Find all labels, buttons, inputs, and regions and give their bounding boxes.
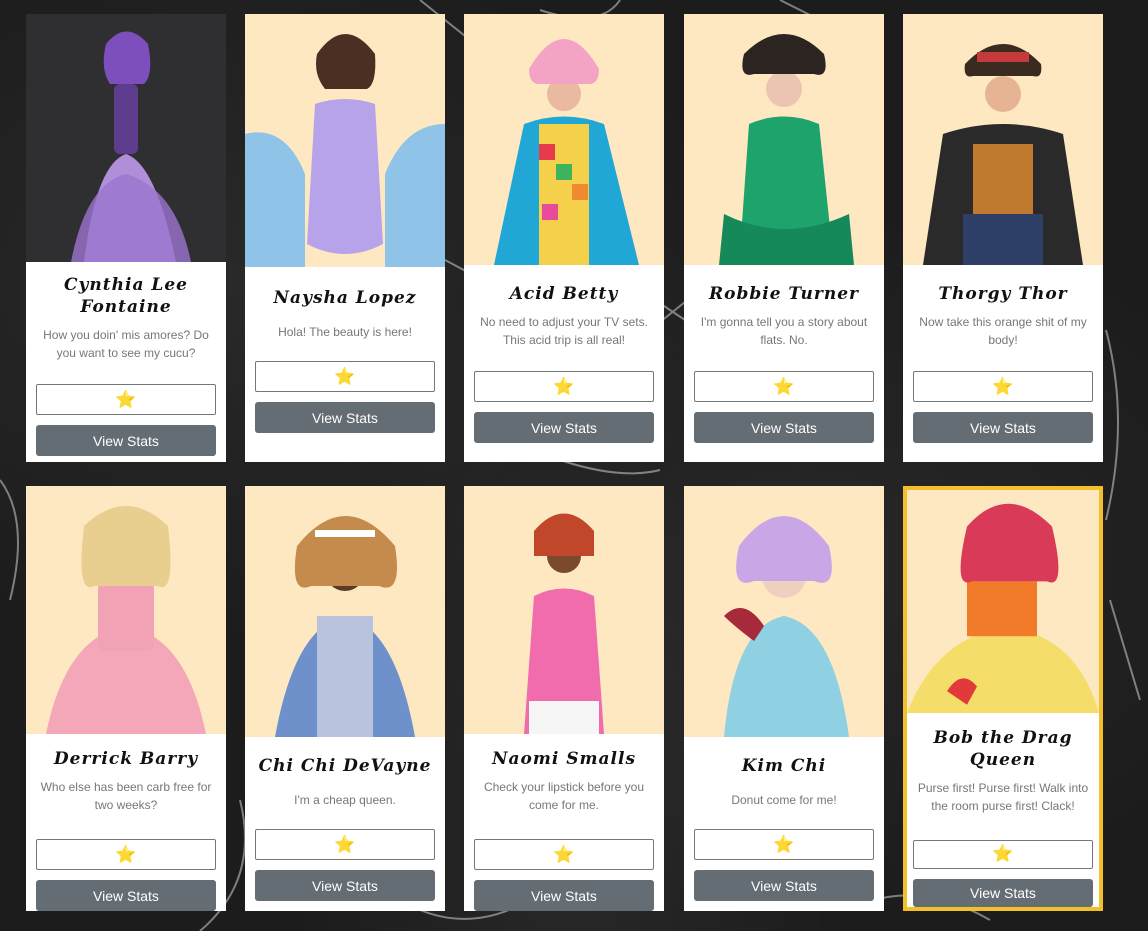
star-rating[interactable]: ⭐ bbox=[474, 371, 654, 402]
queen-name: Derrick Barry bbox=[53, 749, 199, 769]
queen-quote: Now take this orange shit of my body! bbox=[919, 315, 1087, 347]
star-rating[interactable]: ⭐ bbox=[255, 361, 435, 392]
star-rating[interactable]: ⭐ bbox=[36, 839, 216, 870]
star-rating[interactable]: ⭐ bbox=[694, 371, 874, 402]
queen-card: Naomi Smalls Check your lipstick before … bbox=[464, 486, 664, 911]
queen-photo bbox=[26, 14, 226, 262]
queen-quote: I'm a cheap queen. bbox=[294, 793, 396, 807]
star-rating[interactable]: ⭐ bbox=[255, 829, 435, 860]
queen-name: Robbie Turner bbox=[709, 284, 859, 304]
queen-quote: Who else has been carb free for two week… bbox=[40, 780, 212, 812]
queen-card: Kim Chi Donut come for me! ⭐ View Stats bbox=[684, 486, 884, 911]
star-rating[interactable]: ⭐ bbox=[474, 839, 654, 870]
queen-card: Chi Chi DeVayne I'm a cheap queen. ⭐ Vie… bbox=[245, 486, 445, 911]
queen-quote: Purse first! Purse first! Walk into the … bbox=[917, 781, 1089, 813]
view-stats-button[interactable]: View Stats bbox=[694, 870, 874, 901]
queen-card: Robbie Turner I'm gonna tell you a story… bbox=[684, 14, 884, 462]
view-stats-button[interactable]: View Stats bbox=[474, 880, 654, 911]
queen-quote: Hola! The beauty is here! bbox=[278, 325, 412, 339]
queen-quote: I'm gonna tell you a story about flats. … bbox=[700, 315, 868, 347]
star-icon: ⭐ bbox=[115, 389, 137, 409]
view-stats-button[interactable]: View Stats bbox=[913, 878, 1093, 907]
queen-quote: Donut come for me! bbox=[731, 793, 837, 807]
queen-name: Cynthia Lee Fontaine bbox=[64, 275, 188, 317]
queen-photo bbox=[464, 486, 664, 734]
star-icon: ⭐ bbox=[992, 844, 1014, 864]
queen-photo bbox=[245, 14, 445, 267]
star-icon: ⭐ bbox=[334, 366, 356, 386]
queen-quote: Check your lipstick before you come for … bbox=[483, 780, 645, 812]
queen-name: Acid Betty bbox=[509, 284, 619, 304]
queen-name: Thorgy Thor bbox=[938, 284, 1068, 304]
star-rating[interactable]: ⭐ bbox=[913, 840, 1093, 869]
star-icon: ⭐ bbox=[334, 834, 356, 854]
queen-card: Thorgy Thor Now take this orange shit of… bbox=[903, 14, 1103, 462]
star-icon: ⭐ bbox=[553, 844, 575, 864]
queen-name: Bob the Drag Queen bbox=[933, 728, 1073, 770]
star-rating[interactable]: ⭐ bbox=[913, 371, 1093, 402]
view-stats-button[interactable]: View Stats bbox=[913, 412, 1093, 443]
queen-photo bbox=[684, 486, 884, 737]
queen-quote: How you doin' mis amores? Do you want to… bbox=[43, 328, 209, 360]
queen-name: Naysha Lopez bbox=[273, 288, 417, 308]
queen-quote: No need to adjust your TV sets. This aci… bbox=[480, 315, 648, 347]
star-icon: ⭐ bbox=[773, 376, 795, 396]
star-icon: ⭐ bbox=[553, 376, 575, 396]
star-icon: ⭐ bbox=[773, 834, 795, 854]
queen-photo bbox=[26, 486, 226, 734]
view-stats-button[interactable]: View Stats bbox=[474, 412, 654, 443]
queen-card-featured: Bob the Drag Queen Purse first! Purse fi… bbox=[903, 486, 1103, 911]
queen-grid: Cynthia Lee Fontaine How you doin' mis a… bbox=[26, 14, 1106, 914]
queen-name: Kim Chi bbox=[741, 756, 827, 776]
queen-card: Cynthia Lee Fontaine How you doin' mis a… bbox=[26, 14, 226, 462]
star-rating[interactable]: ⭐ bbox=[36, 384, 216, 415]
queen-photo bbox=[245, 486, 445, 737]
queen-name: Naomi Smalls bbox=[491, 749, 637, 769]
queen-name: Chi Chi DeVayne bbox=[258, 756, 432, 776]
star-rating[interactable]: ⭐ bbox=[694, 829, 874, 860]
queen-card: Acid Betty No need to adjust your TV set… bbox=[464, 14, 664, 462]
view-stats-button[interactable]: View Stats bbox=[36, 425, 216, 456]
queen-photo bbox=[684, 14, 884, 265]
queen-photo bbox=[464, 14, 664, 265]
view-stats-button[interactable]: View Stats bbox=[36, 880, 216, 911]
star-icon: ⭐ bbox=[992, 376, 1014, 396]
queen-photo bbox=[907, 490, 1099, 713]
queen-card: Naysha Lopez Hola! The beauty is here! ⭐… bbox=[245, 14, 445, 462]
view-stats-button[interactable]: View Stats bbox=[255, 870, 435, 901]
view-stats-button[interactable]: View Stats bbox=[694, 412, 874, 443]
star-icon: ⭐ bbox=[115, 844, 137, 864]
view-stats-button[interactable]: View Stats bbox=[255, 402, 435, 433]
queen-card: Derrick Barry Who else has been carb fre… bbox=[26, 486, 226, 911]
queen-photo bbox=[903, 14, 1103, 265]
